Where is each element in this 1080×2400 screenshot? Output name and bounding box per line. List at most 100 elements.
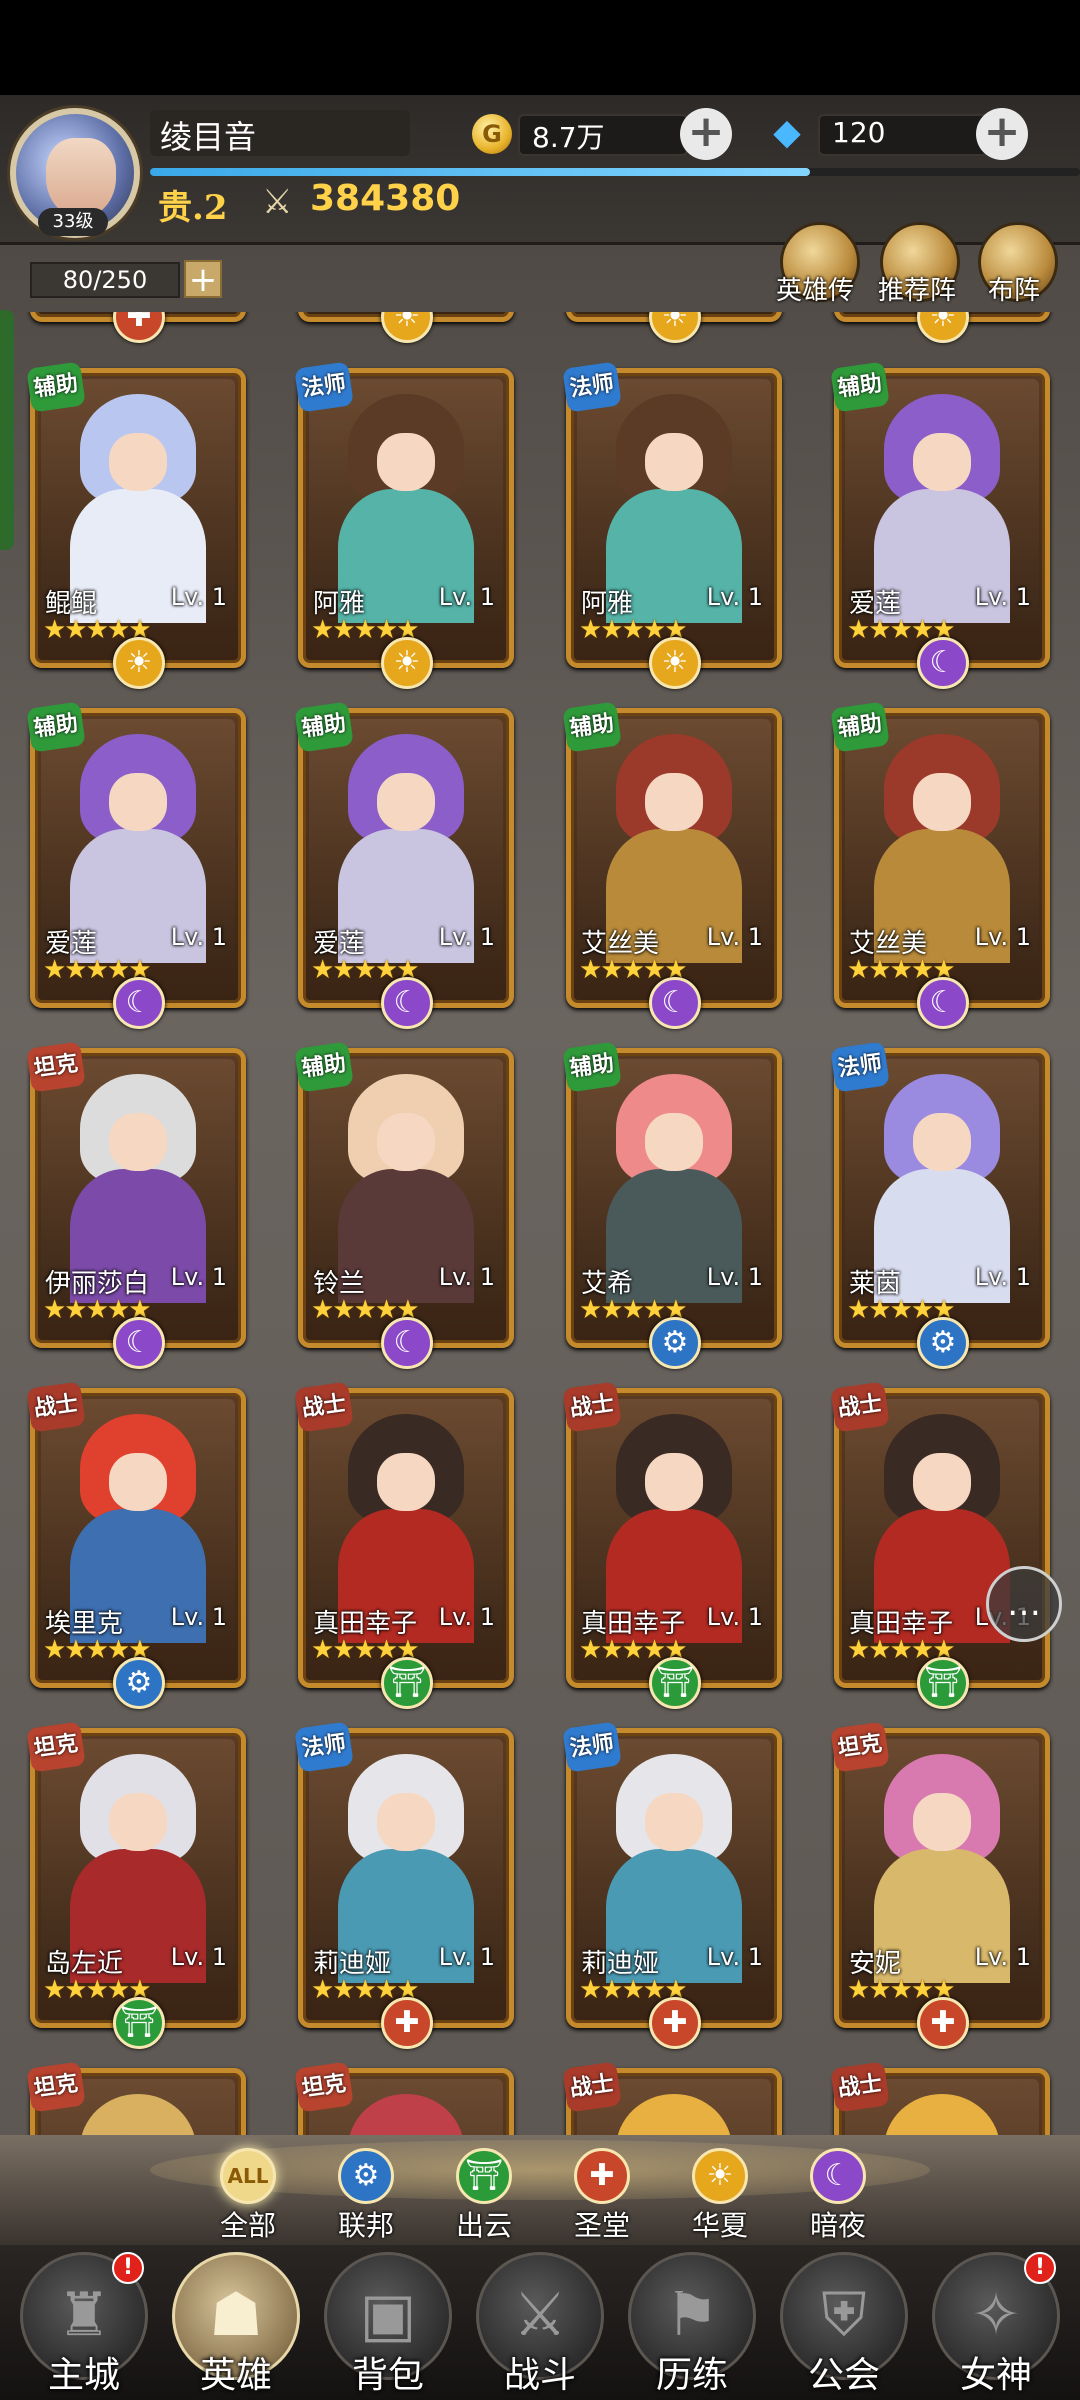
hero-face [912, 1452, 972, 1512]
hero-card-partial[interactable]: ✚ [30, 312, 246, 343]
hero-level: Lv. 1 [438, 1943, 495, 1971]
hero-card-partial[interactable]: 坦克 [26, 2061, 246, 2135]
filter-label: 出云 [455, 2209, 512, 2242]
hero-card-partial[interactable]: ☀ [298, 312, 514, 343]
filter-all[interactable]: ALL 全部 [196, 2148, 296, 2244]
hero-level: Lv. 1 [974, 583, 1031, 611]
hero-card[interactable]: 辅助 鲲鲲 Lv. 1 ★★★★★ ☀ [26, 361, 246, 689]
exp-bar [150, 168, 1080, 176]
sun-icon: ☀ [649, 312, 701, 343]
cross-icon: ✚ [574, 2148, 630, 2204]
class-badge-tank: 坦克 [294, 2061, 354, 2113]
nav-label: 主城 [47, 2355, 120, 2396]
class-badge-warrior: 战士 [562, 1381, 622, 1433]
sun-icon: ☀ [917, 312, 969, 343]
cross-icon: ✚ [917, 1997, 969, 2049]
hero-card[interactable]: 辅助 爱莲 Lv. 1 ★★★★★ ☾ [294, 701, 514, 1029]
add-gems-button[interactable]: + [976, 108, 1028, 160]
hero-card[interactable]: 战士真田幸子Lv. 1★★★★★⛩ [562, 1381, 782, 1709]
hero-face [644, 1112, 704, 1172]
filter-shengtang[interactable]: ✚ 圣堂 [550, 2148, 650, 2244]
hero-card[interactable]: 法师 莱茵 Lv. 1 ★★★★★ ⚙ [830, 1041, 1050, 1369]
nav-label: 女神 [959, 2355, 1032, 2396]
class-badge-mage: 法师 [562, 1721, 622, 1773]
hero-card[interactable]: 坦克 安妮 Lv. 1 ★★★★★ ✚ [830, 1721, 1050, 2049]
hero-card[interactable]: 坦克 岛左近 Lv. 1 ★★★★★ ⛩ [26, 1721, 246, 2049]
hero-face [644, 772, 704, 832]
hero-face [376, 432, 436, 492]
moon-icon: ☾ [381, 977, 433, 1029]
notification-badge: ! [1024, 2252, 1056, 2284]
nav-swords[interactable]: ⚔ 战斗 [470, 2252, 610, 2400]
sun-icon: ☀ [692, 2148, 748, 2204]
hero-level: Lv. 1 [170, 1263, 227, 1291]
hero-grid[interactable]: ✚ ☀ ☀ ☀ 辅助 鲲鲲 Lv. 1 ★★★★★ ☀ 法师 阿雅 Lv. 1 ★★★★★ ☀ 法师 阿雅 Lv… [0, 312, 1080, 2135]
hero-level: Lv. 1 [974, 1943, 1031, 1971]
hero-card[interactable]: 法师 莉迪娅 Lv. 1 ★★★★★ ✚ [294, 1721, 514, 2049]
class-badge-mage: 法师 [830, 1041, 890, 1093]
hero-level: Lv. 1 [170, 583, 227, 611]
nav-hero[interactable]: ☗ 英雄 [166, 2252, 306, 2400]
hero-card[interactable]: 法师 莉迪娅 Lv. 1 ★★★★★ ✚ [562, 1721, 782, 2049]
nav-goddess[interactable]: ✧ 女神! [926, 2252, 1066, 2400]
class-badge-tank: 坦克 [26, 2061, 86, 2113]
add-gold-button[interactable]: + [680, 108, 732, 160]
hero-hair [615, 2093, 733, 2135]
hero-level: Lv. 1 [438, 923, 495, 951]
hero-card[interactable]: 战士 埃里克 Lv. 1 ★★★★★ ⚙ [26, 1381, 246, 1709]
vip-level[interactable]: 贵.2 [158, 180, 228, 229]
hero-card[interactable]: 辅助 艾希 Lv. 1 ★★★★★ ⚙ [562, 1041, 782, 1369]
hero-card[interactable]: 辅助 艾丝美 Lv. 1 ★★★★★ ☾ [562, 701, 782, 1029]
class-badge-support: 辅助 [26, 361, 86, 413]
sun-icon: ☀ [113, 637, 165, 689]
nav-map[interactable]: ⚑ 历练 [622, 2252, 762, 2400]
hero-card-partial[interactable]: 坦克 [294, 2061, 514, 2135]
filter-lianbang[interactable]: ⚙ 联邦 [314, 2148, 414, 2244]
hero-card-partial[interactable]: 战士 [562, 2061, 782, 2135]
recommend-label: 推荐阵 [878, 276, 957, 306]
gold-amount: 8.7万 [532, 121, 605, 154]
nav-shield[interactable]: ⛨ 公会 [774, 2252, 914, 2400]
combat-power: 384380 [310, 178, 461, 219]
filter-label: 华夏 [691, 2209, 748, 2242]
status-bar [0, 0, 1080, 95]
hero-card[interactable]: 辅助 爱莲 Lv. 1 ★★★★★ ☾ [26, 701, 246, 1029]
hero-card[interactable]: 法师 阿雅 Lv. 1 ★★★★★ ☀ [294, 361, 514, 689]
hero-card[interactable]: 战士真田幸子Lv. 1★★★★★⛩ [830, 1381, 1050, 1709]
nav-castle[interactable]: ♜ 主城! [14, 2252, 154, 2400]
hero-card[interactable]: 战士真田幸子Lv. 1★★★★★⛩ [294, 1381, 514, 1709]
moon-icon: ☾ [917, 977, 969, 1029]
expand-capacity-button[interactable]: + [184, 260, 222, 298]
hero-face [912, 432, 972, 492]
hero-card[interactable]: 辅助 铃兰 Lv. 1 ★★★★★ ☾ [294, 1041, 514, 1369]
hero-level: Lv. 1 [974, 1263, 1031, 1291]
moon-icon: ☾ [381, 1317, 433, 1369]
hero-level: Lv. 1 [170, 1943, 227, 1971]
hero-hair [347, 2093, 465, 2135]
hero-card-partial[interactable]: ☀ [834, 312, 1050, 343]
filter-huaxia[interactable]: ☀ 华夏 [668, 2148, 768, 2244]
nav-label: 英雄 [199, 2355, 272, 2396]
hero-level: Lv. 1 [170, 923, 227, 951]
sun-icon: ☀ [381, 312, 433, 343]
filter-label: 暗夜 [809, 2209, 866, 2242]
chat-icon[interactable]: … [986, 1566, 1062, 1642]
hero-card-partial[interactable]: 战士 [830, 2061, 1050, 2135]
gold-coin-icon: G [472, 114, 512, 154]
hero-card[interactable]: 辅助 爱莲 Lv. 1 ★★★★★ ☾ [830, 361, 1050, 689]
hero-card[interactable]: 坦克 伊丽莎白 Lv. 1 ★★★★★ ☾ [26, 1041, 246, 1369]
class-badge-tank: 坦克 [830, 1721, 890, 1773]
torii-icon: ⛩ [381, 1657, 433, 1709]
hero-face [108, 1792, 168, 1852]
sun-icon: ☀ [381, 637, 433, 689]
all-icon: ALL [220, 2148, 276, 2204]
torii-icon: ⛩ [649, 1657, 701, 1709]
hero-card[interactable]: 法师 阿雅 Lv. 1 ★★★★★ ☀ [562, 361, 782, 689]
gear-icon: ⚙ [113, 1657, 165, 1709]
hero-card-partial[interactable]: ☀ [566, 312, 782, 343]
filter-anye[interactable]: ☾ 暗夜 [786, 2148, 886, 2244]
nav-backpack[interactable]: ▣ 背包 [318, 2252, 458, 2400]
filter-chuyun[interactable]: ⛩ 出云 [432, 2148, 532, 2244]
class-badge-support: 辅助 [562, 701, 622, 753]
hero-card[interactable]: 辅助 艾丝美 Lv. 1 ★★★★★ ☾ [830, 701, 1050, 1029]
